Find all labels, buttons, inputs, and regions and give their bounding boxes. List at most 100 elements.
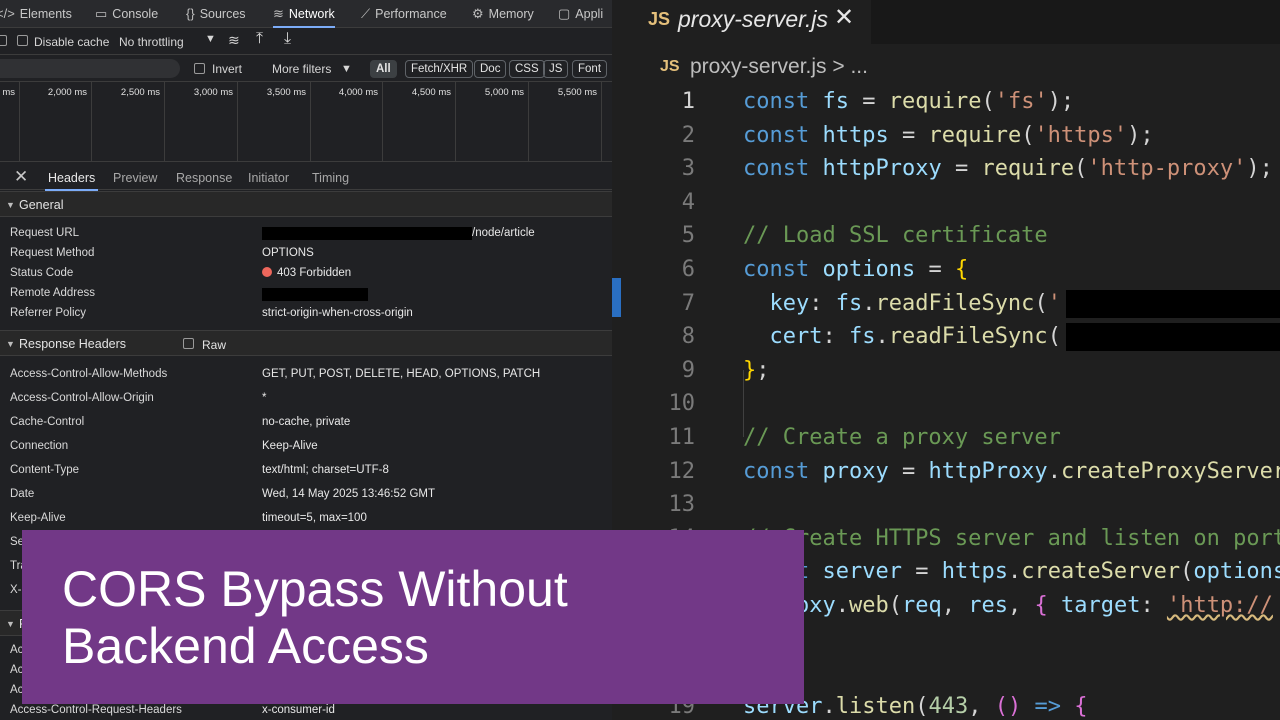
tab-performance[interactable]: ⟋ Performance — [361, 0, 447, 28]
header-value[interactable]: Wed, 14 May 2025 13:46:52 GMT — [262, 488, 435, 500]
disable-cache-checkbox[interactable] — [17, 35, 28, 46]
tab-elements[interactable]: </> Elements — [0, 0, 72, 28]
network-toolbar: Disable cache No throttling ▼ ≋ ⤒ ⤓ — [0, 28, 612, 55]
code-line[interactable]: 13 — [621, 488, 1280, 522]
tab-memory[interactable]: ⚙ Memory — [472, 0, 534, 28]
chevron-down-icon[interactable]: ▼ — [341, 63, 352, 75]
close-icon[interactable]: ✕ — [834, 3, 854, 32]
general-row: Status Code 403 Forbidden — [0, 264, 612, 284]
disable-cache-label: Disable cache — [34, 35, 110, 49]
chevron-down-icon[interactable]: ▼ — [205, 33, 216, 45]
tab-application[interactable]: ▢ Appli — [558, 0, 603, 28]
close-icon[interactable]: ✕ — [14, 167, 28, 187]
line-number: 11 — [668, 425, 696, 450]
code-line[interactable]: 12 const proxy = httpProxy.createProxySer… — [621, 455, 1280, 489]
code-line[interactable]: 9}; — [621, 354, 1280, 388]
header-value[interactable]: OPTIONS — [262, 247, 314, 259]
network-conditions-icon[interactable]: ≋ — [228, 32, 240, 49]
line-number: 12 — [668, 458, 696, 484]
header-value[interactable]: timeout=5, max=100 — [262, 512, 367, 524]
redacted-block — [1066, 323, 1280, 352]
tab-headers[interactable]: Headers — [44, 171, 99, 191]
code-text: const proxy = httpProxy.createProxyServe… — [743, 458, 1280, 484]
editor-tab-proxy-server[interactable]: JS proxy-server.js ✕ — [621, 0, 871, 44]
filter-chip-all[interactable]: All — [370, 60, 397, 78]
code-line[interactable]: 11 // Create a proxy server — [621, 421, 1280, 455]
tab-network[interactable]: ≋ Network — [273, 0, 335, 28]
header-value[interactable]: text/html; charset=UTF-8 — [262, 464, 389, 476]
header-key: Content-Type — [10, 464, 80, 476]
filter-input[interactable] — [0, 59, 180, 78]
preserve-log-checkbox[interactable] — [0, 35, 7, 46]
response-header-row: Date Wed, 14 May 2025 13:46:52 GMT — [0, 485, 612, 505]
throttling-select[interactable]: No throttling — [119, 35, 184, 49]
header-value[interactable]: no-cache, private — [262, 416, 350, 428]
tab-initiator[interactable]: Initiator — [248, 171, 289, 185]
response-header-row: Connection Keep-Alive — [0, 437, 612, 457]
response-header-row: Keep-Alive timeout=5, max=100 — [0, 509, 612, 529]
console-icon: ▭ — [95, 6, 108, 21]
memory-icon: ⚙ — [472, 6, 484, 21]
header-value[interactable]: strict-origin-when-cross-origin — [262, 307, 413, 319]
timeline-tick: 4,000 ms — [311, 82, 383, 162]
invert-checkbox[interactable] — [194, 63, 205, 74]
line-number: 10 — [668, 391, 696, 417]
general-section-header[interactable]: ▼ General — [0, 191, 612, 217]
title-banner: CORS Bypass Without Backend Access — [22, 530, 804, 704]
redacted-block — [262, 227, 472, 240]
filter-chip-js[interactable]: JS — [543, 60, 569, 78]
code-text: const server = https.createServer(option… — [743, 559, 1280, 585]
code-line[interactable]: 4 — [621, 186, 1280, 220]
timeline-tick: 2,500 ms — [92, 82, 165, 162]
line-number: 8 — [681, 324, 695, 350]
tab-sources[interactable]: {} Sources — [186, 0, 246, 28]
code-line[interactable]: 3 const httpProxy = require('http-proxy')… — [621, 152, 1280, 186]
tab-timing[interactable]: Timing — [312, 171, 349, 185]
code-line[interactable]: 10 — [621, 387, 1280, 421]
code-text: cert: fs.readFileSync(' — [743, 324, 1074, 350]
tab-memory-label: Memory — [488, 7, 534, 21]
filter-bar: Invert More filters ▼ All Fetch/XHR Doc … — [0, 55, 612, 82]
filter-chip-css[interactable]: CSS — [509, 60, 545, 78]
response-headers-section-header[interactable]: ▼ Response Headers Raw — [0, 330, 612, 356]
line-number: 7 — [681, 290, 695, 316]
tab-response[interactable]: Response — [176, 171, 232, 185]
code-line[interactable]: 6 const options = { — [621, 253, 1280, 287]
status-value[interactable]: 403 Forbidden — [262, 267, 351, 279]
tab-network-label: Network — [288, 7, 335, 21]
performance-icon: ⟋ — [361, 6, 371, 21]
code-text: // Create a proxy server — [743, 425, 1061, 450]
tab-console[interactable]: ▭ Console — [95, 0, 158, 28]
code-line[interactable]: 2 const https = require('https'); — [621, 119, 1280, 153]
timeline-tick: 3,000 ms — [165, 82, 238, 162]
line-number: 1 — [681, 89, 695, 114]
raw-checkbox[interactable] — [183, 338, 194, 349]
network-timeline[interactable]: 0 ms 2,000 ms 2,500 ms 3,000 ms 3,500 ms… — [0, 82, 612, 162]
editor-tab-title: proxy-server.js — [678, 6, 828, 32]
tab-elements-label: Elements — [19, 7, 72, 21]
header-value[interactable]: x-consumer-id — [262, 704, 335, 716]
header-value[interactable]: /node/article — [472, 227, 535, 239]
download-icon[interactable]: ⤓ — [284, 30, 291, 48]
upload-icon[interactable]: ⤒ — [256, 30, 263, 48]
line-number: 13 — [668, 492, 696, 518]
code-line[interactable]: 1 const fs = require('fs'); — [621, 85, 1280, 119]
caret-down-icon: ▼ — [6, 200, 15, 210]
scrollbar-thumb[interactable] — [612, 278, 621, 317]
header-value[interactable]: * — [262, 392, 266, 404]
caret-down-icon: ▼ — [6, 619, 15, 629]
tab-preview[interactable]: Preview — [113, 171, 157, 185]
more-filters-button[interactable]: More filters — [272, 62, 331, 76]
header-value[interactable]: Keep-Alive — [262, 440, 318, 452]
banner-title-line-2: Backend Access — [62, 618, 429, 674]
filter-chip-doc[interactable]: Doc — [474, 60, 507, 78]
code-line[interactable]: 5 // Load SSL certificate — [621, 219, 1280, 253]
header-key: Referrer Policy — [10, 307, 87, 319]
header-value[interactable]: GET, PUT, POST, DELETE, HEAD, OPTIONS, P… — [262, 368, 540, 380]
breadcrumb-path[interactable]: proxy-server.js > ... — [690, 55, 868, 79]
header-key: Status Code — [10, 267, 74, 279]
filter-chip-font[interactable]: Font — [572, 60, 608, 78]
line-number: 3 — [681, 156, 695, 182]
network-icon: ≋ — [273, 6, 284, 21]
filter-chip-fetch-xhr[interactable]: Fetch/XHR — [405, 60, 474, 78]
